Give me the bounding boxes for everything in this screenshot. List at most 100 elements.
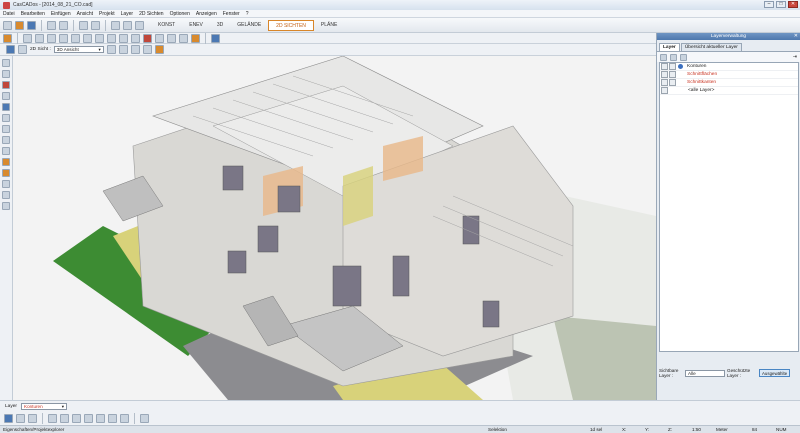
- close-button[interactable]: ✕: [788, 1, 798, 8]
- measure-tool-icon[interactable]: [179, 33, 188, 43]
- hatch-icon[interactable]: [2, 202, 10, 210]
- single-window-icon[interactable]: [4, 414, 13, 423]
- render-icon[interactable]: [106, 45, 116, 54]
- light-icon[interactable]: [130, 45, 140, 54]
- help-icon[interactable]: [108, 414, 117, 423]
- wall-tool-icon[interactable]: [2, 70, 10, 78]
- tab-2d-sichten[interactable]: 2D SICHTEN: [268, 19, 314, 31]
- redo-icon[interactable]: [91, 20, 100, 30]
- tab-3d[interactable]: 3D: [210, 20, 230, 31]
- grid-toggle-icon[interactable]: [140, 414, 149, 423]
- maximize-button[interactable]: □: [776, 1, 786, 8]
- pin-icon[interactable]: ⇥: [793, 54, 797, 60]
- menu-layer[interactable]: Layer: [121, 11, 134, 17]
- list-item[interactable]: Konturen: [660, 63, 798, 71]
- group-tool-icon[interactable]: [167, 33, 176, 43]
- stair-tool-icon[interactable]: [2, 169, 10, 177]
- save-icon[interactable]: [27, 20, 36, 30]
- new-layer-icon[interactable]: [660, 53, 667, 61]
- zoom-in-icon[interactable]: [111, 20, 120, 30]
- layer-select[interactable]: Konturen ▾: [21, 403, 67, 410]
- visibility-checkbox[interactable]: [661, 87, 668, 94]
- menu-projekt[interactable]: Projekt: [99, 11, 115, 17]
- visibility-checkbox[interactable]: [661, 63, 668, 70]
- tile-window-icon[interactable]: [28, 414, 37, 423]
- settings-icon[interactable]: [120, 414, 129, 423]
- rectangle-tool-icon[interactable]: [2, 136, 10, 144]
- lock-checkbox[interactable]: [669, 71, 676, 78]
- delete-layer-icon[interactable]: [670, 53, 677, 61]
- abc-text-icon[interactable]: [48, 414, 57, 423]
- list-item[interactable]: Schnittkanten: [660, 79, 798, 87]
- mirror-tool-icon[interactable]: [35, 33, 44, 43]
- lock-checkbox[interactable]: [669, 79, 676, 86]
- ceiling-tool-icon[interactable]: [2, 191, 10, 199]
- new-file-icon[interactable]: [3, 20, 12, 30]
- room-tool-icon[interactable]: [2, 180, 10, 188]
- circle-tool-icon[interactable]: [2, 125, 10, 133]
- snap-tool-icon[interactable]: [95, 33, 104, 43]
- menu-anzeigen[interactable]: Anzeigen: [196, 11, 217, 17]
- report-icon[interactable]: [72, 414, 81, 423]
- layer-tool-icon[interactable]: [155, 33, 164, 43]
- close-icon[interactable]: ✕: [794, 33, 798, 40]
- line-tool-icon[interactable]: [2, 114, 10, 122]
- menu-datei[interactable]: Datei: [3, 11, 15, 17]
- menu-ansicht[interactable]: Ansicht: [77, 11, 93, 17]
- split-window-icon[interactable]: [16, 414, 25, 423]
- arrow-tool-icon[interactable]: [2, 158, 10, 166]
- roof-tool-icon[interactable]: [2, 103, 10, 111]
- selected-button[interactable]: Ausgewählte: [759, 369, 791, 377]
- tab-gelaende[interactable]: GELÄNDE: [230, 20, 268, 31]
- grid-tool-icon[interactable]: [107, 33, 116, 43]
- section-icon[interactable]: [142, 45, 152, 54]
- menu-optionen[interactable]: Optionen: [170, 11, 190, 17]
- minimize-button[interactable]: –: [764, 1, 774, 8]
- visibility-checkbox[interactable]: [661, 71, 668, 78]
- copy-icon[interactable]: [84, 414, 93, 423]
- zoom-all-icon[interactable]: [135, 20, 144, 30]
- view-select[interactable]: 3D Ansicht ▾: [53, 46, 104, 53]
- menu-help[interactable]: ?: [246, 11, 249, 17]
- list-view-icon[interactable]: [60, 414, 69, 423]
- info-icon[interactable]: [96, 414, 105, 423]
- rotate-tool-icon[interactable]: [59, 33, 68, 43]
- visibility-checkbox[interactable]: [661, 79, 668, 86]
- refresh-icon[interactable]: [154, 45, 164, 54]
- scale-tool-icon[interactable]: [71, 33, 80, 43]
- undo-icon[interactable]: [79, 20, 88, 30]
- list-item[interactable]: Schnittflächen: [660, 71, 798, 79]
- menu-fenster[interactable]: Fenster: [223, 11, 240, 17]
- menu-2d-sichten[interactable]: 2D Sichten: [139, 11, 163, 17]
- menu-einfuegen[interactable]: Einfügen: [51, 11, 71, 17]
- tab-plaene[interactable]: PLÄNE: [314, 20, 344, 31]
- tab-enev[interactable]: ENEV: [182, 20, 210, 31]
- zoom-window-icon[interactable]: [123, 20, 132, 30]
- view-2d-icon[interactable]: [6, 45, 15, 54]
- list-item[interactable]: <alle Layer>: [660, 87, 798, 95]
- dimension-tool-icon[interactable]: [83, 33, 92, 43]
- text-tool-icon[interactable]: [47, 33, 56, 43]
- layer-settings-icon[interactable]: [680, 53, 687, 61]
- text-insert-icon[interactable]: [2, 147, 10, 155]
- open-folder-icon[interactable]: [15, 20, 24, 30]
- symbol-tool-icon[interactable]: [131, 33, 140, 43]
- tab-current-layer-overview[interactable]: Übersicht aktueller Layer: [680, 43, 742, 51]
- window-layout-icon[interactable]: [211, 33, 220, 43]
- copy-tool-icon[interactable]: [23, 33, 32, 43]
- hatch-tool-icon[interactable]: [119, 33, 128, 43]
- move-tool-icon[interactable]: [3, 33, 12, 43]
- visible-layers-select[interactable]: Alle: [685, 369, 725, 377]
- print-preview-icon[interactable]: [59, 20, 68, 30]
- select-arrow-icon[interactable]: [2, 59, 10, 67]
- camera-icon[interactable]: [118, 45, 128, 54]
- print-icon[interactable]: [47, 20, 56, 30]
- export-tool-icon[interactable]: [191, 33, 200, 43]
- tab-konst[interactable]: KONST: [151, 20, 182, 31]
- menu-bearbeiten[interactable]: Bearbeiten: [21, 11, 45, 17]
- lock-checkbox[interactable]: [669, 63, 676, 70]
- view-3d-icon[interactable]: [18, 45, 27, 54]
- window-tool-icon[interactable]: [2, 81, 10, 89]
- delete-tool-icon[interactable]: [143, 33, 152, 43]
- tab-layer[interactable]: Layer: [659, 43, 680, 51]
